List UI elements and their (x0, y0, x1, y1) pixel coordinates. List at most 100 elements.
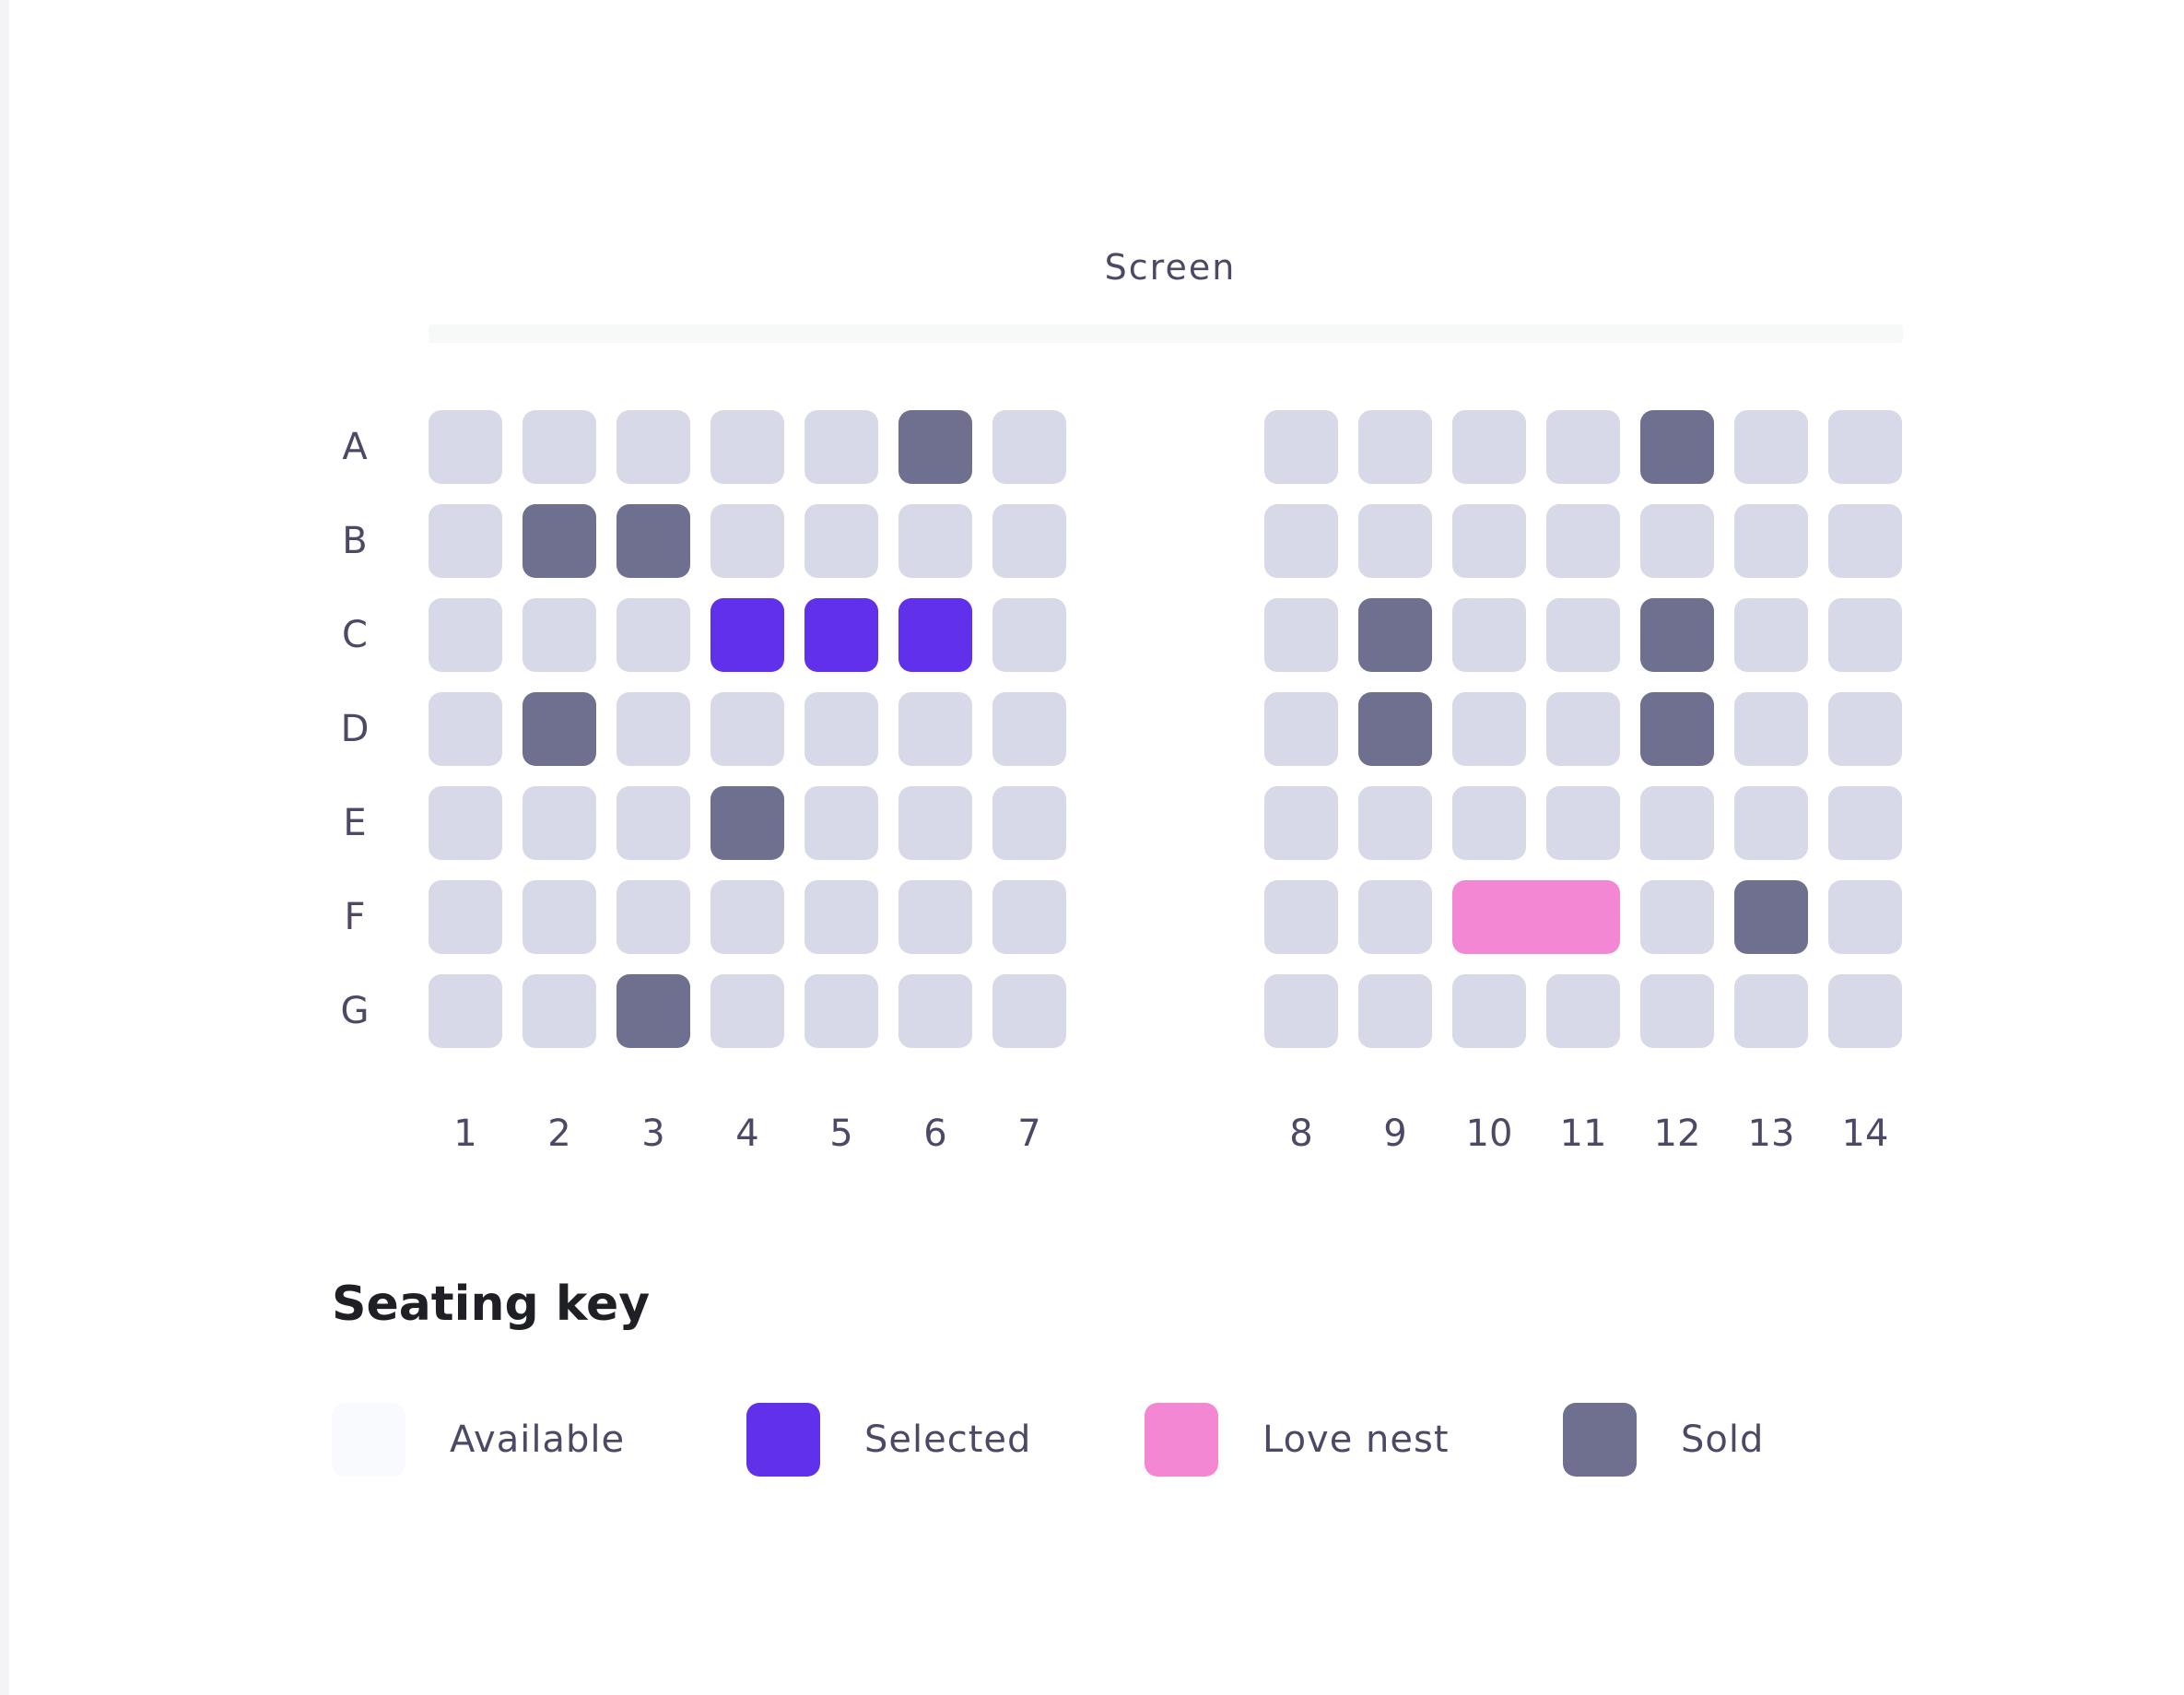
seat-g-12[interactable] (1640, 974, 1714, 1048)
seat-a-3[interactable] (616, 410, 690, 484)
seat-b-11[interactable] (1546, 504, 1620, 578)
seat-g-2[interactable] (523, 974, 596, 1048)
seat-g-1[interactable] (429, 974, 502, 1048)
seat-g-9[interactable] (1358, 974, 1432, 1048)
seat-g-3[interactable] (616, 974, 690, 1048)
seat-d-8[interactable] (1264, 692, 1338, 766)
seat-c-6[interactable] (898, 598, 972, 672)
seat-b-6[interactable] (898, 504, 972, 578)
seat-g-5[interactable] (804, 974, 878, 1048)
seat-g-6[interactable] (898, 974, 972, 1048)
seat-e-3[interactable] (616, 786, 690, 860)
seat-e-1[interactable] (429, 786, 502, 860)
seat-d-12[interactable] (1640, 692, 1714, 766)
seat-a-11[interactable] (1546, 410, 1620, 484)
seat-g-14[interactable] (1828, 974, 1902, 1048)
seat-f-9[interactable] (1358, 880, 1432, 954)
seat-f-12[interactable] (1640, 880, 1714, 954)
seat-b-5[interactable] (804, 504, 878, 578)
love-nest-swatch (1145, 1403, 1218, 1477)
seat-c-10[interactable] (1452, 598, 1526, 672)
seat-a-2[interactable] (523, 410, 596, 484)
seat-d-14[interactable] (1828, 692, 1902, 766)
seat-f-8[interactable] (1264, 880, 1338, 954)
seat-a-12[interactable] (1640, 410, 1714, 484)
seat-c-11[interactable] (1546, 598, 1620, 672)
love-nest-seat-f-10-11[interactable] (1452, 880, 1620, 954)
seat-f-6[interactable] (898, 880, 972, 954)
seat-e-13[interactable] (1734, 786, 1808, 860)
seat-c-1[interactable] (429, 598, 502, 672)
seat-map-panel: Screen A B C D E F G 1 2 3 4 5 6 7 8 9 10 11 12 13 14 Seatin… (9, 0, 2184, 1695)
seat-f-4[interactable] (710, 880, 784, 954)
seat-c-2[interactable] (523, 598, 596, 672)
seat-f-13[interactable] (1734, 880, 1808, 954)
seat-c-13[interactable] (1734, 598, 1808, 672)
seat-g-7[interactable] (992, 974, 1066, 1048)
seat-c-7[interactable] (992, 598, 1066, 672)
seat-e-6[interactable] (898, 786, 972, 860)
seat-g-13[interactable] (1734, 974, 1808, 1048)
seat-c-9[interactable] (1358, 598, 1432, 672)
seat-c-4[interactable] (710, 598, 784, 672)
seat-b-1[interactable] (429, 504, 502, 578)
seat-d-4[interactable] (710, 692, 784, 766)
seat-g-10[interactable] (1452, 974, 1526, 1048)
seat-d-6[interactable] (898, 692, 972, 766)
seat-a-1[interactable] (429, 410, 502, 484)
selected-swatch (746, 1403, 820, 1477)
seat-b-9[interactable] (1358, 504, 1432, 578)
seat-d-7[interactable] (992, 692, 1066, 766)
seat-f-7[interactable] (992, 880, 1066, 954)
seat-a-5[interactable] (804, 410, 878, 484)
seat-c-14[interactable] (1828, 598, 1902, 672)
seat-e-8[interactable] (1264, 786, 1338, 860)
seat-d-2[interactable] (523, 692, 596, 766)
seat-a-10[interactable] (1452, 410, 1526, 484)
seat-e-5[interactable] (804, 786, 878, 860)
seat-a-6[interactable] (898, 410, 972, 484)
seat-g-8[interactable] (1264, 974, 1338, 1048)
seat-c-5[interactable] (804, 598, 878, 672)
seat-e-2[interactable] (523, 786, 596, 860)
seat-d-1[interactable] (429, 692, 502, 766)
seat-d-10[interactable] (1452, 692, 1526, 766)
seat-d-9[interactable] (1358, 692, 1432, 766)
seat-c-12[interactable] (1640, 598, 1714, 672)
seat-e-11[interactable] (1546, 786, 1620, 860)
seat-b-12[interactable] (1640, 504, 1714, 578)
seat-a-13[interactable] (1734, 410, 1808, 484)
seat-e-9[interactable] (1358, 786, 1432, 860)
seat-b-8[interactable] (1264, 504, 1338, 578)
seat-g-4[interactable] (710, 974, 784, 1048)
seat-d-13[interactable] (1734, 692, 1808, 766)
seat-f-3[interactable] (616, 880, 690, 954)
seat-c-3[interactable] (616, 598, 690, 672)
seat-f-5[interactable] (804, 880, 878, 954)
seat-d-3[interactable] (616, 692, 690, 766)
seat-e-10[interactable] (1452, 786, 1526, 860)
seat-b-14[interactable] (1828, 504, 1902, 578)
seat-f-1[interactable] (429, 880, 502, 954)
seat-a-9[interactable] (1358, 410, 1432, 484)
seat-b-10[interactable] (1452, 504, 1526, 578)
seat-f-2[interactable] (523, 880, 596, 954)
seat-e-4[interactable] (710, 786, 784, 860)
seat-e-14[interactable] (1828, 786, 1902, 860)
seat-b-13[interactable] (1734, 504, 1808, 578)
seat-f-14[interactable] (1828, 880, 1902, 954)
seat-g-11[interactable] (1546, 974, 1620, 1048)
seat-c-8[interactable] (1264, 598, 1338, 672)
seat-b-4[interactable] (710, 504, 784, 578)
seat-d-11[interactable] (1546, 692, 1620, 766)
seat-a-8[interactable] (1264, 410, 1338, 484)
seat-b-3[interactable] (616, 504, 690, 578)
seat-d-5[interactable] (804, 692, 878, 766)
seat-a-7[interactable] (992, 410, 1066, 484)
seat-b-7[interactable] (992, 504, 1066, 578)
seat-e-7[interactable] (992, 786, 1066, 860)
seat-e-12[interactable] (1640, 786, 1714, 860)
seat-a-4[interactable] (710, 410, 784, 484)
seat-a-14[interactable] (1828, 410, 1902, 484)
seat-b-2[interactable] (523, 504, 596, 578)
